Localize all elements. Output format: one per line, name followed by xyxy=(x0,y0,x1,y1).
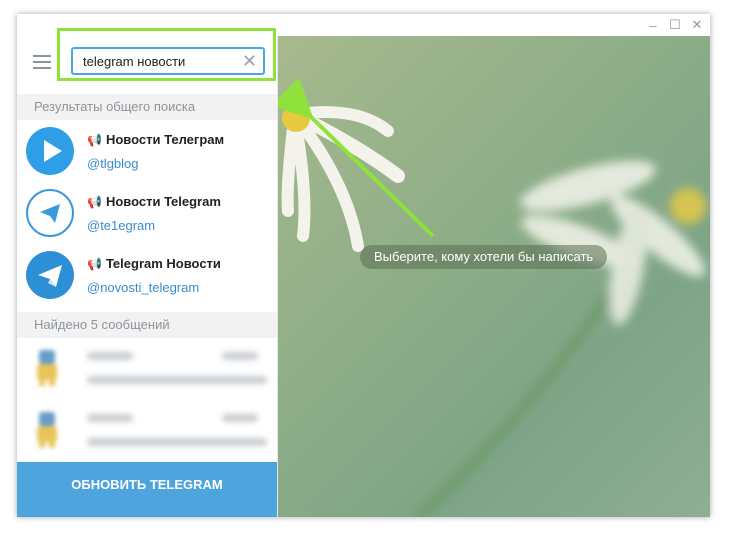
search-highlight-frame xyxy=(57,28,276,81)
blurred-text xyxy=(87,376,267,384)
search-result[interactable]: 📢 Telegram Новости @novosti_telegram xyxy=(17,244,277,306)
maximize-button[interactable]: ☐ xyxy=(664,14,686,36)
blurred-text xyxy=(87,352,133,360)
robot-avatar xyxy=(33,348,61,388)
result-handle: @novosti_telegram xyxy=(87,280,200,295)
paper-plane-icon xyxy=(38,265,62,287)
section-header-global-search: Результаты общего поиска xyxy=(17,94,277,120)
update-telegram-button[interactable]: ОБНОВИТЬ TELEGRAM xyxy=(17,462,277,517)
close-window-button[interactable]: ✕ xyxy=(686,14,708,36)
result-name-text: Новости Telegram xyxy=(105,194,221,209)
empty-chat-placeholder: Выберите, кому хотели бы написать xyxy=(360,245,608,269)
blurred-text xyxy=(222,414,258,422)
message-result[interactable] xyxy=(17,400,277,462)
blurred-text xyxy=(87,414,133,422)
result-name: 📢 Новости Telegram xyxy=(87,194,221,209)
blurred-text xyxy=(87,438,267,446)
message-result[interactable] xyxy=(17,338,277,400)
result-handle: @tlgblog xyxy=(87,156,139,171)
search-result[interactable]: 📢 Новости Телеграм @tlgblog xyxy=(17,120,277,182)
channel-avatar xyxy=(26,127,74,175)
section-header-messages-found: Найдено 5 сообщений xyxy=(17,312,277,338)
channel-avatar xyxy=(26,251,74,299)
megaphone-icon: 📢 xyxy=(87,133,102,147)
result-name: 📢 Новости Телеграм xyxy=(87,132,224,147)
blurred-text xyxy=(222,352,258,360)
paper-plane-icon xyxy=(40,204,60,223)
chat-area: Выберите, кому хотели бы написать xyxy=(278,36,710,517)
hamburger-menu-icon[interactable] xyxy=(33,55,53,71)
sidebar: telegram новости ✕ Результаты общего пои… xyxy=(17,28,278,517)
megaphone-icon: 📢 xyxy=(87,257,102,271)
megaphone-icon: 📢 xyxy=(87,195,102,209)
daisy-wallpaper xyxy=(278,77,706,517)
minimize-button[interactable]: – xyxy=(642,14,664,36)
robot-avatar xyxy=(33,410,61,450)
result-name-text: Telegram Новости xyxy=(105,256,221,271)
play-icon xyxy=(44,140,62,162)
result-name: 📢 Telegram Новости xyxy=(87,256,221,271)
telegram-window: – ☐ ✕ telegram новости ✕ Результаты обще… xyxy=(17,14,710,517)
channel-avatar xyxy=(26,189,74,237)
search-result[interactable]: 📢 Новости Telegram @te1egram xyxy=(17,182,277,244)
result-handle: @te1egram xyxy=(87,218,156,233)
result-name-text: Новости Телеграм xyxy=(105,132,225,147)
